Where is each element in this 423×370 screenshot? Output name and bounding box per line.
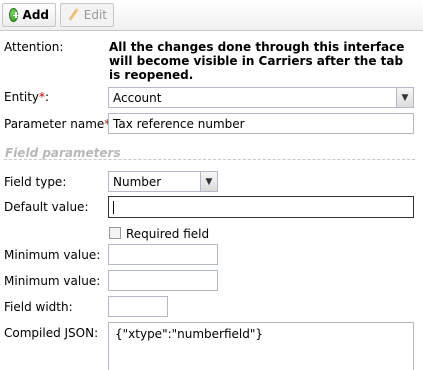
field-type-label: Field type: <box>4 175 67 189</box>
entity-label: Entity*: <box>4 90 49 104</box>
required-field-label[interactable]: Required field <box>126 227 209 241</box>
edit-button[interactable]: Edit <box>60 3 114 27</box>
parameter-name-input[interactable]: Tax reference number <box>108 113 414 134</box>
entity-value: Account <box>113 90 162 105</box>
attention-message: All the changes done through this interf… <box>109 40 405 82</box>
compiled-json-label: Compiled JSON: <box>4 326 99 340</box>
field-type-combobox[interactable]: Number ▼ <box>108 171 218 192</box>
minimum-value-input-2[interactable] <box>108 270 218 291</box>
parameter-editor: Add Edit Attention: All the changes done… <box>0 0 423 370</box>
section-divider <box>4 159 415 160</box>
attention-label: Attention: <box>4 40 64 54</box>
parameter-name-label-text: Parameter name <box>4 117 105 131</box>
minimum-value-label-2: Minimum value: <box>4 274 101 288</box>
entity-combobox[interactable]: Account ▼ <box>108 87 414 108</box>
label-colon: : <box>45 90 50 104</box>
toolbar: Add Edit <box>0 0 423 31</box>
compiled-json-textarea[interactable]: {"xtype":"numberfield"} <box>108 322 414 370</box>
minimum-value-label: Minimum value: <box>4 248 101 262</box>
field-width-input[interactable] <box>108 296 168 317</box>
default-value-label: Default value: <box>4 200 89 214</box>
minimum-value-input[interactable] <box>108 244 218 265</box>
required-field-checkbox[interactable] <box>109 227 121 239</box>
default-value-input[interactable] <box>108 196 414 218</box>
text-cursor <box>113 200 114 214</box>
field-width-label: Field width: <box>4 300 73 314</box>
edit-button-label: Edit <box>83 8 107 22</box>
add-button[interactable]: Add <box>2 3 56 27</box>
pencil-icon <box>67 8 79 22</box>
parameter-name-label: Parameter name*: <box>4 117 114 131</box>
add-button-label: Add <box>22 8 49 22</box>
entity-label-text: Entity <box>4 90 40 104</box>
parameter-name-value: Tax reference number <box>113 116 245 131</box>
chevron-down-icon[interactable]: ▼ <box>200 172 217 191</box>
field-type-value: Number <box>113 174 162 189</box>
chevron-down-icon[interactable]: ▼ <box>396 88 413 107</box>
add-icon <box>9 8 19 22</box>
field-parameters-title: Field parameters <box>5 146 121 160</box>
